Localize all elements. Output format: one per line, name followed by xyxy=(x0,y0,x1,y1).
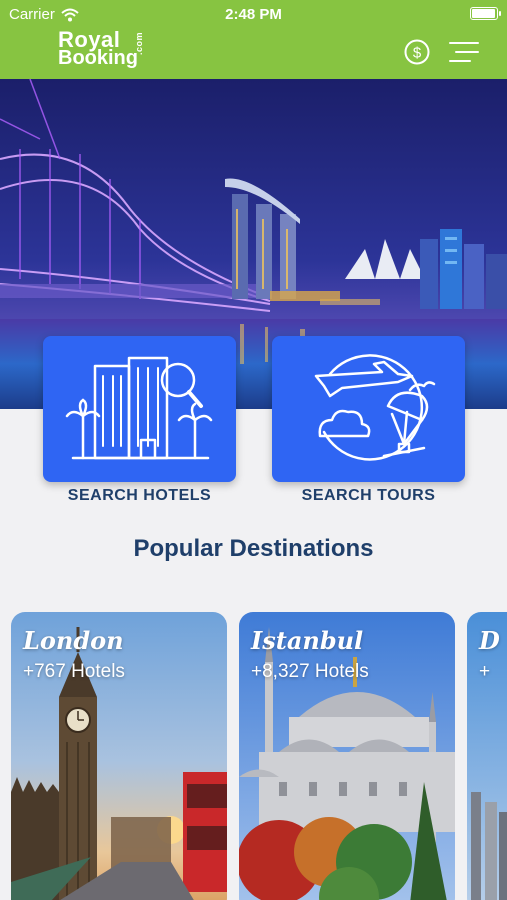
destination-card-partial[interactable]: D + xyxy=(467,612,507,900)
search-tours-button[interactable] xyxy=(272,336,465,482)
battery-icon xyxy=(470,7,501,20)
app-header: Carrier 2:48 PM Royal Booking .com $ xyxy=(0,0,507,79)
istanbul-photo xyxy=(239,612,455,900)
search-hotels-label: SEARCH HOTELS xyxy=(67,487,212,504)
destination-name: Istanbul xyxy=(251,626,364,655)
destination-name: London xyxy=(23,626,124,655)
hotel-building-search-icon xyxy=(65,356,213,460)
destination-card-istanbul[interactable]: Istanbul +8,327 Hotels xyxy=(239,612,455,900)
section-title: Popular Destinations xyxy=(133,535,374,562)
destination-photo xyxy=(467,612,507,900)
logo-suffix: .com xyxy=(134,32,144,56)
destination-hotel-count: +8,327 Hotels xyxy=(251,661,369,682)
status-bar: Carrier 2:48 PM xyxy=(0,0,507,28)
dollar-circle-icon: $ xyxy=(413,45,422,62)
search-tours-label: SEARCH TOURS xyxy=(301,487,436,504)
menu-button[interactable] xyxy=(448,40,480,64)
destination-name: D xyxy=(479,626,500,655)
status-time: 2:48 PM xyxy=(225,6,282,23)
destination-hotel-count: +767 Hotels xyxy=(23,661,125,682)
app-logo: Royal Booking .com xyxy=(58,29,144,69)
destination-hotel-count: + xyxy=(479,661,491,682)
london-photo xyxy=(11,612,227,900)
app-screen: Carrier 2:48 PM Royal Booking .com $ SEA… xyxy=(0,0,507,900)
logo-line-2: Booking xyxy=(58,47,138,69)
destination-card-london[interactable]: London +767 Hotels xyxy=(11,612,227,900)
hamburger-menu-icon xyxy=(449,42,479,62)
search-hotels-button[interactable] xyxy=(43,336,236,482)
currency-button[interactable]: $ xyxy=(404,39,430,65)
plane-globe-parachute-icon xyxy=(314,354,436,461)
